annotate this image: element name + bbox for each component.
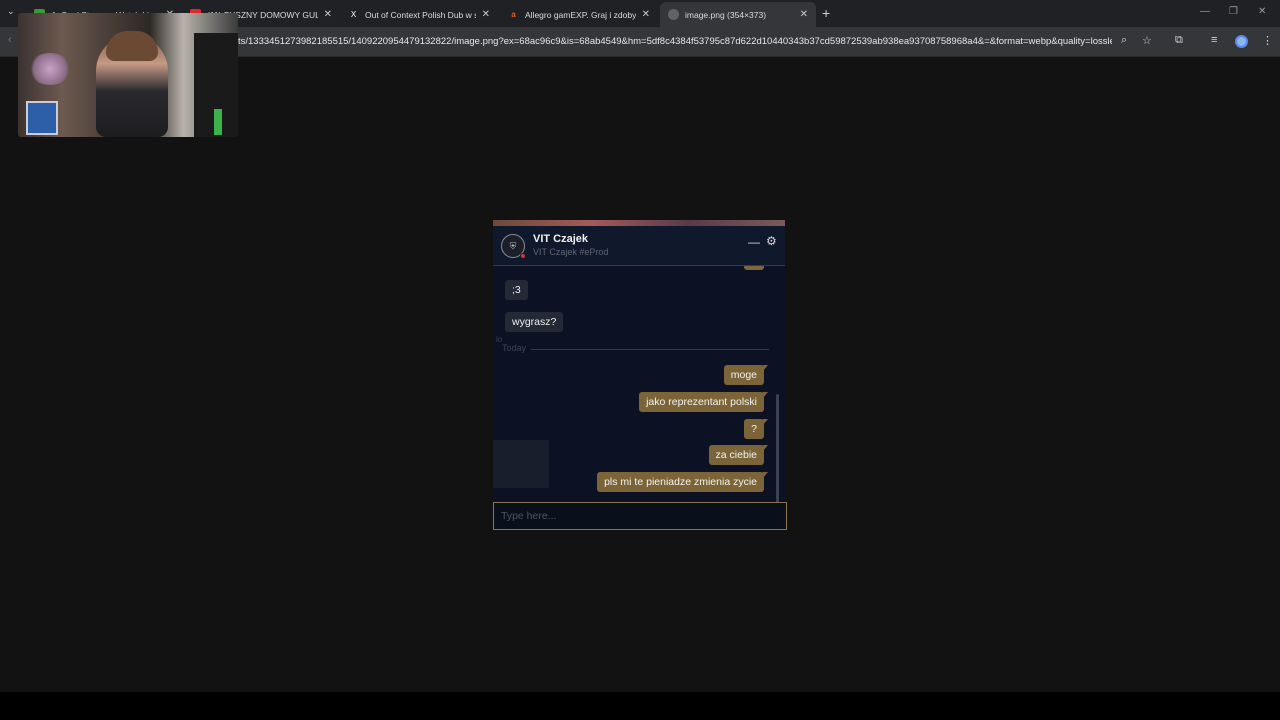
background-thumbnail [493,440,549,488]
chat-input[interactable] [494,503,786,529]
new-tab-plus-icon[interactable]: + [822,5,830,21]
chat-input-box [493,502,787,530]
chat-window-image: ⛨ VIT Czajek VIT Czajek #eProd — ⚙ ;3 wy… [493,220,787,530]
extensions-puzzle-icon[interactable]: ⧉ [1175,34,1183,47]
close-icon[interactable]: ✕ [482,9,490,20]
message-incoming: ;3 [505,280,528,300]
gear-icon[interactable]: ⚙ [766,234,777,248]
message-list: ;3 wygrasz? io Today moge jako reprezent… [493,266,785,502]
flowers-decor [28,53,72,85]
contact-name: VIT Czajek [533,233,589,245]
close-window-icon[interactable]: ✕ [1258,6,1266,17]
message-outgoing: jako reprezentant polski [639,392,768,412]
allegro-favicon-icon: a [511,10,516,19]
message-incoming: wygrasz? [505,312,564,332]
minimize-icon[interactable]: — [748,235,760,249]
date-divider-line [531,349,769,350]
address-bar[interactable]: ts/1333451273982185515/14092209544791328… [238,36,1112,47]
webcam-overlay [18,13,238,137]
message-outgoing: pls mi te pieniadze zmienia zycie [597,472,768,492]
close-icon[interactable]: ✕ [324,9,332,20]
profile-avatar[interactable] [1235,35,1248,48]
zoom-icon[interactable]: ⌕ [1121,34,1127,47]
crest-icon: ⛨ [509,240,517,251]
close-icon[interactable]: ✕ [642,9,650,20]
message-outgoing: moge [723,365,769,385]
media-queue-icon[interactable]: ≡ [1211,34,1217,46]
truncated-bubble [744,266,764,270]
minimize-window-icon[interactable]: — [1200,6,1210,17]
tab-title: image.png (354×373) [685,9,767,20]
bottle-decor [214,109,222,135]
tab-allegro[interactable]: a Allegro gamEXP. Graj i zdobywaj ✕ [500,2,658,27]
date-divider-label: Today [502,343,527,353]
tab-search-chevron-icon[interactable]: ⌄ [7,6,15,17]
chat-header: ⛨ VIT Czajek VIT Czajek #eProd — ⚙ [493,226,785,266]
close-icon[interactable]: ✕ [800,9,808,20]
menu-kebab-icon[interactable]: ⋮ [1262,34,1273,47]
status-dot [520,253,526,259]
scrollbar[interactable] [776,394,779,502]
tab-title: Out of Context Polish Dub w sc [365,9,476,20]
restore-window-icon[interactable]: ❐ [1229,6,1238,17]
poster-decor [26,101,58,135]
bookmark-star-icon[interactable]: ☆ [1142,34,1152,47]
message-outgoing: za ciebie [708,445,769,465]
x-favicon-icon: X [350,10,357,19]
globe-favicon-icon [668,9,679,20]
tab-out-of-context[interactable]: X Out of Context Polish Dub w sc ✕ [340,2,498,27]
back-arrow-icon[interactable]: ‹ [8,34,12,46]
taskbar-strip [0,692,1280,720]
tab-title: Allegro gamEXP. Graj i zdobywaj [525,9,636,20]
contact-riot-id: VIT Czajek #eProd [533,247,609,257]
message-outgoing: ? [744,419,768,439]
streamer-hair [106,31,158,61]
tab-image-png[interactable]: image.png (354×373) ✕ [660,2,816,27]
